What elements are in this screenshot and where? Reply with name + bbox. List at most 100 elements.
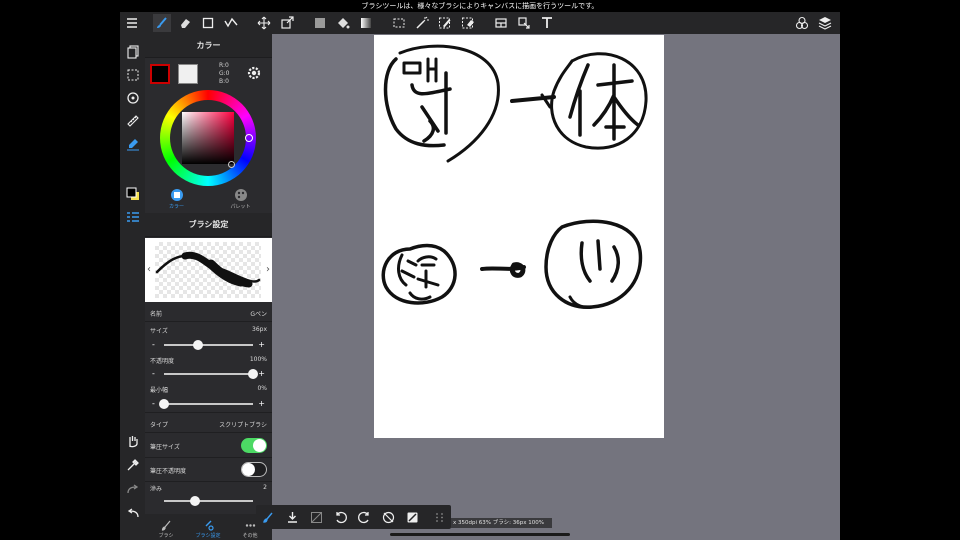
reset-rotation-icon[interactable] [380,509,396,525]
snap-icon[interactable] [123,88,142,107]
hue-handle[interactable] [245,134,253,142]
size-increase-button[interactable]: + [258,340,265,350]
materials-icon[interactable] [793,14,811,32]
tab-brush-settings[interactable]: ブラシ設定 [187,518,229,540]
select-pen-icon[interactable] [436,14,454,32]
app-window: カラー R:0 G:0 B:0 カラー パレット ブラシ設定 ‹ › 名前 Gペ… [120,12,840,540]
size-slider-knob[interactable] [192,340,203,350]
tab-palette[interactable]: パレット [209,186,272,210]
flip-icon[interactable] [404,509,420,525]
ruler-icon[interactable] [123,111,142,130]
brush-prev-arrow-icon[interactable]: ‹ [147,264,151,275]
size-slider-track[interactable] [164,340,253,350]
correction-pen-icon[interactable] [222,14,240,32]
min-width-increase-button[interactable]: + [258,399,265,409]
opacity-increase-button[interactable]: + [258,369,265,379]
divider [145,481,272,482]
size-value: 36px [252,326,267,333]
foreground-color-swatch[interactable] [150,64,170,84]
text-icon[interactable] [538,14,556,32]
blur-label: 滲み [150,486,163,493]
tab-brush-label: ブラシ [158,533,174,539]
saturation-handle[interactable] [228,161,235,168]
type-label: タイプ [150,422,169,429]
eyedropper-icon[interactable] [123,455,142,474]
layers-icon[interactable] [816,14,834,32]
drag-handle-icon[interactable] [431,509,447,525]
sketch-stroke [592,63,640,141]
menu-icon[interactable] [123,14,141,32]
min-width-slider[interactable]: - + [150,399,267,409]
blur-slider[interactable] [150,496,267,506]
panel-layout-icon[interactable] [492,14,510,32]
select-eraser-icon[interactable] [459,14,477,32]
brush-icon[interactable] [153,14,171,32]
tab-color[interactable]: カラー [145,186,208,210]
min-width-slider-knob[interactable] [159,399,169,409]
sketch-stroke [480,265,526,271]
background-color-swatch[interactable] [178,64,198,84]
brush-settings-tab-icon [203,520,214,531]
divider [145,412,272,413]
brush-next-arrow-icon[interactable]: › [266,264,270,275]
opacity-decrease-button[interactable]: - [152,369,155,379]
size-decrease-button[interactable]: - [152,340,155,350]
selection-panel-icon[interactable] [123,65,142,84]
color-panel-title: カラー [145,34,272,58]
hand-icon[interactable] [123,431,142,450]
pressure-size-toggle[interactable] [241,438,267,453]
blue-value: B:0 [219,78,229,85]
tab-brush-settings-label: ブラシ設定 [195,533,221,539]
shape-icon[interactable] [199,14,217,32]
redo-icon[interactable] [123,479,142,498]
sketch-stroke [381,243,457,305]
tool-tooltip: ブラシツールは、様々なブラシによりキャンバスに描画を行うツールです。 [0,0,960,12]
move-icon[interactable] [255,14,273,32]
transform-icon[interactable] [278,14,296,32]
green-value: G:0 [219,70,230,77]
palette-icon [234,188,248,202]
drawing-canvas[interactable] [374,35,664,438]
brush-list-icon[interactable] [123,207,142,226]
min-width-slider-track[interactable] [159,399,253,409]
select-icon[interactable] [390,14,408,32]
brush-quick-icon[interactable] [260,509,276,525]
select-layer-icon[interactable] [515,14,533,32]
clear-layer-icon[interactable] [308,509,324,525]
opacity-slider[interactable]: - + [150,369,267,379]
magic-wand-icon[interactable] [413,14,431,32]
rotate-left-icon[interactable] [332,509,348,525]
size-label: サイズ [150,328,168,335]
sketch-stroke [544,219,643,309]
gradient-icon[interactable] [357,14,375,32]
red-value: R:0 [219,62,229,69]
opacity-slider-knob[interactable] [248,369,258,379]
divider [145,457,272,458]
status-bar: x 350dpi 63% ブラシ: 36px 100% [451,518,552,528]
fill-color-icon[interactable] [311,14,329,32]
opacity-slider-track[interactable] [164,369,258,379]
color-swatch-icon[interactable] [123,184,142,203]
pressure-opacity-toggle[interactable] [241,462,267,477]
more-dots-icon [245,520,256,531]
sketch-stroke [568,63,590,137]
rotate-right-icon[interactable] [356,509,372,525]
eraser-icon[interactable] [176,14,194,32]
bucket-icon[interactable] [334,14,352,32]
brush-preview: ‹ › [145,238,272,302]
min-width-label: 最小幅 [150,387,169,394]
blur-slider-track[interactable] [164,496,253,506]
sketch-stroke [510,95,556,103]
undo-icon[interactable] [123,503,142,522]
size-slider[interactable]: - + [150,340,267,350]
sketch-stroke [408,291,432,301]
canvas-drawing [381,44,648,309]
saturation-value-square[interactable] [182,112,234,164]
save-icon[interactable] [284,509,300,525]
min-width-decrease-button[interactable]: - [152,399,155,409]
stabilizer-icon[interactable] [123,134,142,153]
page-manager-icon[interactable] [123,42,142,61]
blur-slider-knob[interactable] [190,496,201,506]
tab-brush[interactable]: ブラシ [145,518,187,540]
color-settings-gear-icon[interactable] [246,65,262,81]
